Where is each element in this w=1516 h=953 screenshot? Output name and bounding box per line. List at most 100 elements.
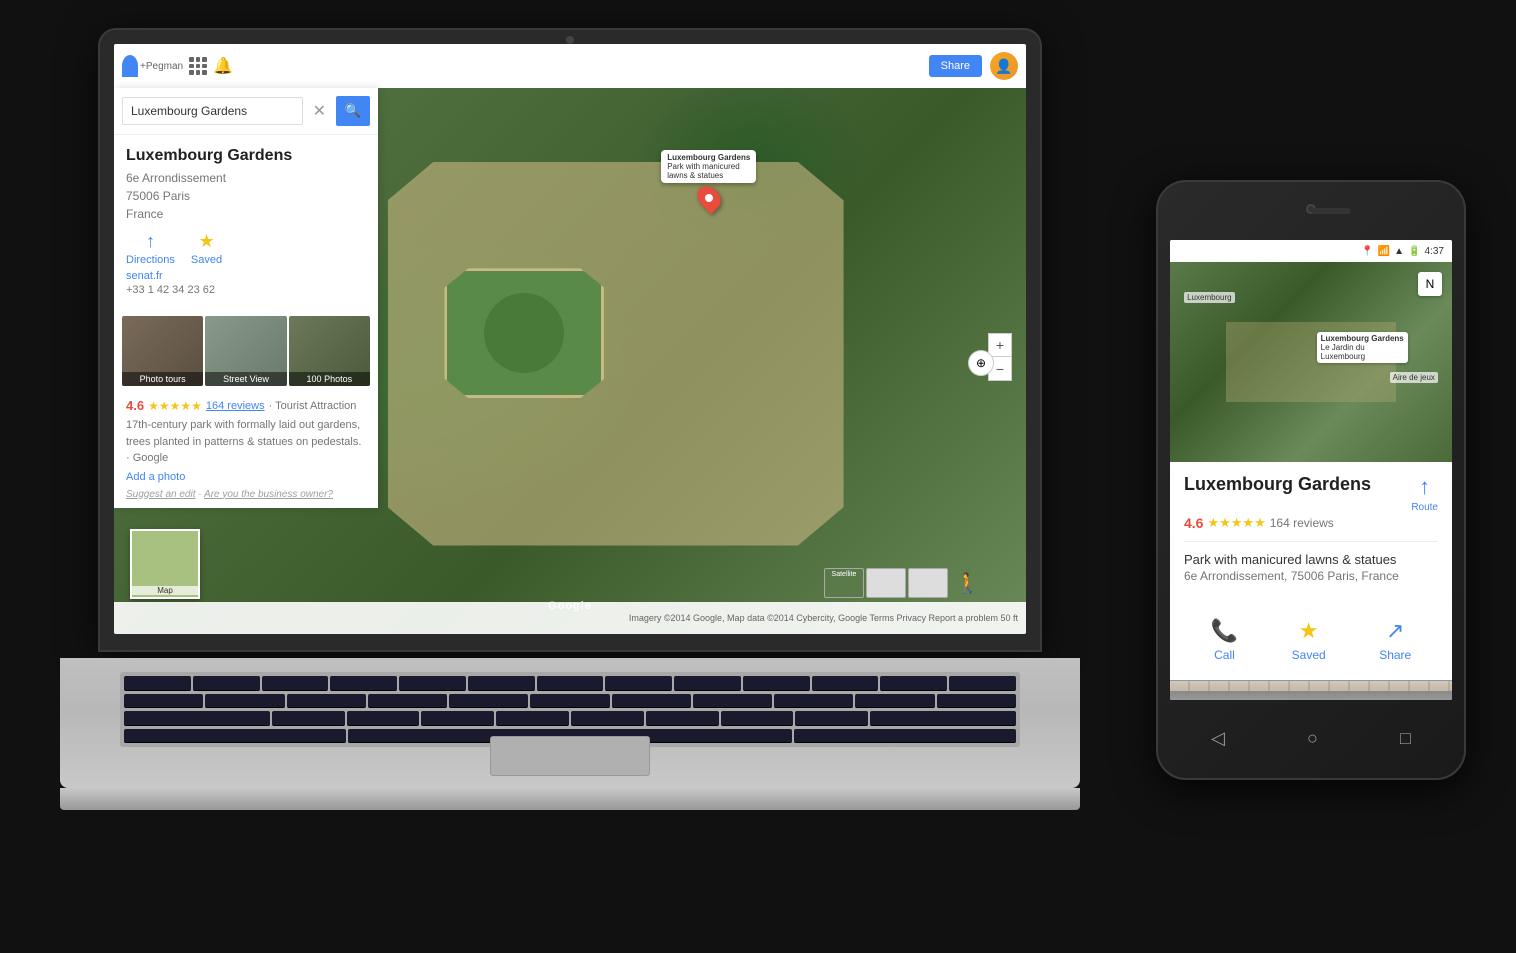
search-bar: ✕ 🔍	[114, 88, 378, 135]
phone-street-view[interactable]: Street View 📷 Add a photo	[1170, 678, 1452, 700]
satellite-btn[interactable]: Satellite	[824, 568, 864, 598]
share-button[interactable]: Share	[929, 55, 982, 77]
pegman-icon	[122, 55, 138, 77]
phone-map[interactable]: Luxembourg Gardens Le Jardin du Luxembou…	[1170, 262, 1452, 462]
laptop-base	[60, 788, 1080, 810]
phone-place-addr: 6e Arrondissement, 75006 Paris, France	[1184, 569, 1438, 583]
status-location-icon: 📍	[1361, 246, 1373, 257]
garden-center-oval	[444, 268, 604, 398]
saved-action[interactable]: ★ Saved	[1292, 618, 1326, 662]
rating-section: 4.6 ★★★★★ 164 reviews · Tourist Attracti…	[114, 394, 378, 508]
zoom-in-button[interactable]: +	[988, 333, 1012, 357]
phone-nav-bar: ◁ ○ □	[1170, 716, 1452, 760]
map-type-buttons: Satellite	[824, 568, 948, 598]
map-pin[interactable]: Luxembourg Gardens Park with manicured l…	[661, 150, 756, 211]
stars-icon: ★★★★★	[148, 399, 202, 413]
status-signal-icon: ▲	[1394, 246, 1404, 257]
status-time: 4:37	[1425, 246, 1444, 257]
photo-thumb-100[interactable]: 100 Photos	[289, 316, 370, 386]
street-view-person[interactable]: 🚶	[955, 571, 980, 596]
place-phone: +33 1 42 34 23 62	[126, 284, 366, 296]
suggest-edit-link[interactable]: Suggest an edit	[126, 489, 196, 500]
rating-row: 4.6 ★★★★★ 164 reviews · Tourist Attracti…	[126, 398, 366, 413]
touchpad[interactable]	[490, 736, 650, 776]
map-zoom-controls: ⊕ + −	[988, 327, 1012, 381]
search-icon: 🔍	[345, 103, 362, 119]
laptop: Luxembourg Gardens Park with manicured l…	[60, 30, 1080, 810]
topbar-right: Share 👤	[929, 52, 1018, 80]
laptop-screen: Luxembourg Gardens Park with manicured l…	[114, 44, 1026, 634]
place-info: Luxembourg Gardens 6e Arrondissement 750…	[114, 135, 378, 308]
sv-building	[1170, 681, 1452, 691]
place-name: Luxembourg Gardens	[126, 147, 366, 165]
status-wifi-icon: 📶	[1378, 246, 1390, 257]
business-owner-link[interactable]: Are you the business owner?	[204, 489, 333, 500]
pegman-label: +Pegman	[140, 61, 183, 72]
phone-divider-1	[1184, 541, 1438, 542]
phone-actions: 📞 Call ★ Saved ↗ Share	[1170, 610, 1452, 670]
mini-map-label: Map	[132, 586, 198, 595]
labels-btn[interactable]	[866, 568, 906, 598]
place-description: 17th-century park with formally laid out…	[126, 417, 366, 467]
call-label: Call	[1214, 648, 1235, 662]
laptop-keyboard-body	[60, 658, 1080, 788]
add-photo-bar[interactable]: 📷 Add a photo	[1170, 678, 1452, 680]
pegman-button[interactable]: +Pegman	[122, 55, 183, 77]
back-button[interactable]: ◁	[1211, 728, 1225, 749]
search-close-icon[interactable]: ✕	[309, 99, 330, 123]
photo-strip: Photo tours Street View 100 Photos	[114, 308, 378, 394]
call-icon: 📞	[1211, 618, 1238, 644]
phone-speaker	[1311, 208, 1351, 214]
phone-place-name-row: Luxembourg Gardens ↑ Route	[1184, 474, 1438, 513]
laptop-screen-outer: Luxembourg Gardens Park with manicured l…	[100, 30, 1040, 650]
photos-100-label: 100 Photos	[289, 372, 370, 386]
scene: Luxembourg Gardens Park with manicured l…	[0, 0, 1516, 953]
laptop-camera	[566, 36, 574, 44]
phone-screen: 📍 📶 ▲ 🔋 4:37 Luxembourg Garde	[1170, 240, 1452, 700]
phone-rating-score: 4.6	[1184, 515, 1203, 531]
directions-label: Directions	[126, 254, 175, 266]
street-view-label: Street View	[205, 372, 286, 386]
phone-reviews: 164 reviews	[1270, 516, 1334, 530]
review-count[interactable]: 164 reviews	[206, 400, 265, 412]
phone-place-name: Luxembourg Gardens	[1184, 474, 1371, 495]
photo-thumb-streetview[interactable]: Street View	[205, 316, 286, 386]
photo-tours-label: Photo tours	[122, 372, 203, 386]
terrain-btn[interactable]	[908, 568, 948, 598]
saved-icon: ★	[198, 231, 214, 252]
add-photo-link[interactable]: Add a photo	[126, 471, 366, 483]
route-button[interactable]: ↑ Route	[1411, 474, 1438, 513]
phone: 📍 📶 ▲ 🔋 4:37 Luxembourg Garde	[1156, 180, 1466, 780]
share-icon: ↗	[1386, 618, 1404, 644]
phone-rating-row: 4.6 ★★★★★ 164 reviews	[1184, 515, 1438, 531]
place-address: 6e Arrondissement 75006 Paris France	[126, 169, 366, 223]
suggest-edit: Suggest an edit · Are you the business o…	[126, 489, 366, 500]
call-action[interactable]: 📞 Call	[1211, 618, 1238, 662]
phone-status-bar: 📍 📶 ▲ 🔋 4:37	[1170, 240, 1452, 262]
route-icon: ↑	[1419, 474, 1430, 500]
share-action[interactable]: ↗ Share	[1379, 618, 1411, 662]
apps-grid-icon[interactable]	[189, 57, 207, 75]
home-button[interactable]: ○	[1307, 728, 1318, 749]
saved-button[interactable]: ★ Saved	[191, 231, 222, 266]
directions-button[interactable]: ↑ Directions	[126, 231, 175, 266]
recent-apps-button[interactable]: □	[1400, 728, 1411, 749]
key-row-2	[124, 694, 1016, 709]
notifications-icon[interactable]: 🔔	[213, 56, 233, 76]
map-pin-marker	[692, 182, 725, 215]
phone-body: 📍 📶 ▲ 🔋 4:37 Luxembourg Garde	[1156, 180, 1466, 780]
mini-map[interactable]: Map	[130, 529, 200, 599]
map-pin-bubble: Luxembourg Gardens Park with manicured l…	[661, 150, 756, 183]
phone-map-compass[interactable]: N	[1418, 272, 1442, 296]
sv-road	[1170, 691, 1452, 700]
phone-place-info: Luxembourg Gardens ↑ Route 4.6 ★★★★★ 164…	[1170, 462, 1452, 591]
phone-stars: ★★★★★	[1207, 515, 1265, 531]
user-avatar[interactable]: 👤	[990, 52, 1018, 80]
search-button[interactable]: 🔍	[336, 96, 370, 126]
rating-score: 4.6	[126, 398, 144, 413]
search-input[interactable]	[122, 97, 303, 125]
place-website-link[interactable]: senat.fr	[126, 270, 366, 282]
photo-thumb-tours[interactable]: Photo tours	[122, 316, 203, 386]
saved-label: Saved	[191, 254, 222, 266]
map-bottom-bar: Imagery ©2014 Google, Map data ©2014 Cyb…	[114, 602, 1026, 634]
